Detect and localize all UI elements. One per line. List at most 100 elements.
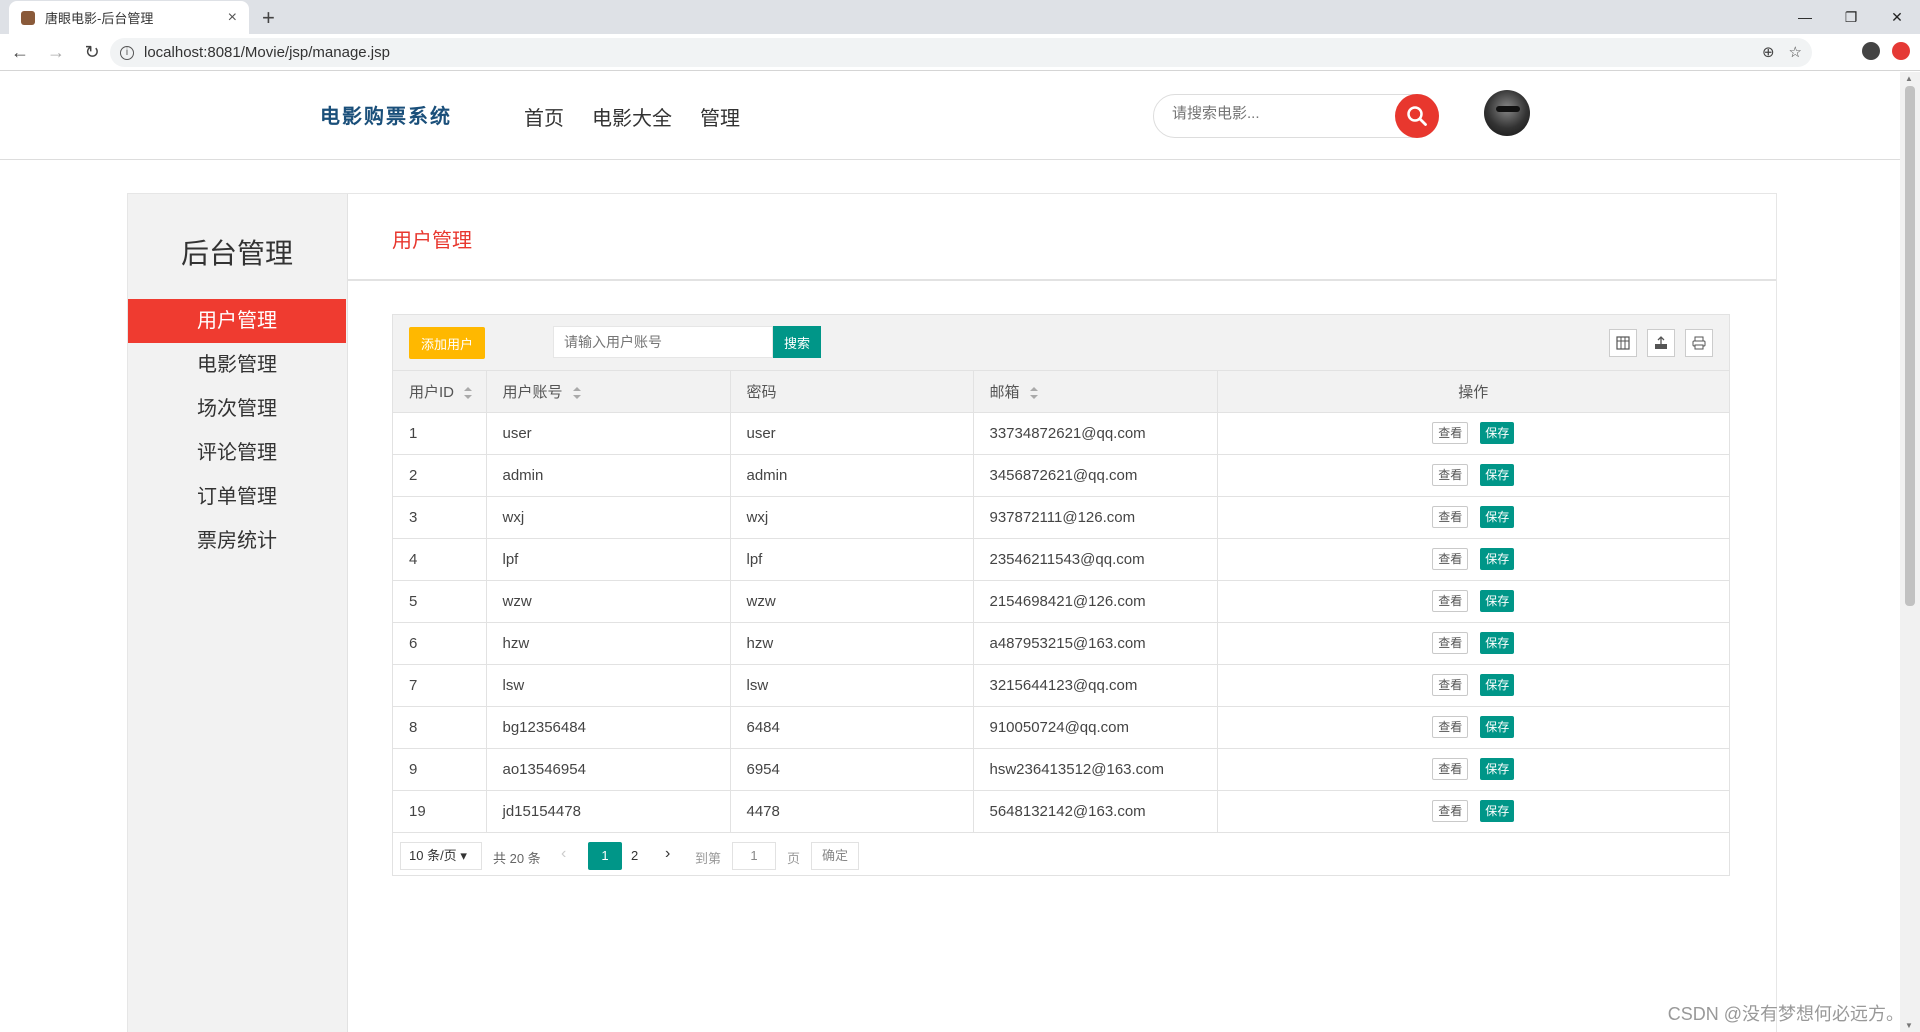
nav-home[interactable]: 首页	[524, 102, 564, 131]
search-button[interactable]	[1395, 94, 1439, 138]
cell-actions: 查看 保存	[1217, 706, 1729, 749]
scroll-up-icon[interactable]: ▲	[1905, 74, 1913, 83]
goto-confirm-button[interactable]: 确定	[811, 841, 859, 870]
sort-icon[interactable]	[1029, 386, 1038, 399]
url-field[interactable]: i localhost:8081/Movie/jsp/manage.jsp ⊕ …	[110, 38, 1812, 67]
site-header: 电影购票系统 首页 电影大全 管理	[0, 72, 1900, 160]
cell-email: 910050724@qq.com	[973, 706, 1218, 749]
cell-id: 19	[393, 790, 487, 833]
page-scrollbar[interactable]: ▲ ▼	[1900, 72, 1920, 1032]
info-icon[interactable]: i	[120, 45, 134, 60]
column-header-email[interactable]: 邮箱	[973, 371, 1218, 413]
user-table: 用户ID 用户账号 密码 邮箱 操作 1 user user 33734872621@…	[393, 371, 1729, 833]
column-header-id[interactable]: 用户ID	[393, 371, 487, 413]
cell-actions: 查看 保存	[1217, 454, 1729, 497]
close-icon[interactable]: ×	[228, 9, 237, 27]
scrollbar-thumb[interactable]	[1905, 86, 1915, 606]
cell-password: lsw	[730, 664, 974, 707]
save-button[interactable]: 保存	[1480, 632, 1515, 654]
per-page-value: 10 条/页	[409, 847, 457, 863]
add-user-button[interactable]: 添加用户	[409, 327, 485, 359]
view-button[interactable]: 查看	[1432, 674, 1469, 696]
new-tab-icon[interactable]: +	[262, 5, 275, 31]
cell-password: wxj	[730, 496, 974, 539]
save-button[interactable]: 保存	[1480, 548, 1515, 570]
sidebar-item-users[interactable]: 用户管理	[128, 299, 346, 343]
column-header-label: 用户ID	[409, 383, 455, 401]
forward-icon[interactable]: →	[40, 42, 72, 63]
page-2[interactable]: 2	[631, 848, 638, 863]
cell-email: 33734872621@qq.com	[973, 412, 1218, 455]
sidebar: 后台管理 用户管理 电影管理 场次管理 评论管理 订单管理 票房统计	[128, 194, 348, 1032]
cell-password: hzw	[730, 622, 974, 665]
movie-search-input[interactable]	[1172, 105, 1372, 122]
cell-account: hzw	[486, 622, 731, 665]
sidebar-item-orders[interactable]: 订单管理	[128, 475, 346, 519]
cell-account: user	[486, 412, 731, 455]
account-search-button[interactable]: 搜索	[773, 326, 821, 358]
close-window-icon[interactable]: ✕	[1874, 0, 1920, 34]
browser-tab[interactable]: 唐眼电影-后台管理 ×	[9, 1, 249, 34]
view-button[interactable]: 查看	[1432, 464, 1469, 486]
avatar[interactable]	[1484, 90, 1530, 136]
save-button[interactable]: 保存	[1480, 506, 1515, 528]
cell-account: wxj	[486, 496, 731, 539]
save-button[interactable]: 保存	[1480, 422, 1515, 444]
scroll-down-icon[interactable]: ▼	[1905, 1021, 1913, 1030]
sidebar-item-comments[interactable]: 评论管理	[128, 431, 346, 475]
per-page-select[interactable]: 10 条/页 ▾	[400, 841, 482, 870]
cell-password: user	[730, 412, 974, 455]
nav-manage[interactable]: 管理	[700, 102, 740, 131]
sort-icon[interactable]	[572, 386, 581, 399]
minimize-icon[interactable]: —	[1782, 0, 1828, 34]
view-button[interactable]: 查看	[1432, 800, 1469, 822]
sidebar-item-boxoffice[interactable]: 票房统计	[128, 519, 346, 563]
column-header-account[interactable]: 用户账号	[486, 371, 731, 413]
nav-movies[interactable]: 电影大全	[592, 102, 672, 131]
reload-icon[interactable]: ↻	[76, 42, 108, 63]
view-button[interactable]: 查看	[1432, 716, 1469, 738]
view-button[interactable]: 查看	[1432, 506, 1469, 528]
sidebar-item-movies[interactable]: 电影管理	[128, 343, 346, 387]
restore-icon[interactable]: ❐	[1828, 0, 1874, 34]
view-button[interactable]: 查看	[1432, 422, 1469, 444]
prev-page-icon[interactable]: ‹	[561, 845, 566, 863]
cell-id: 9	[393, 748, 487, 791]
goto-page-input[interactable]: 1	[732, 841, 776, 870]
cell-actions: 查看 保存	[1217, 580, 1729, 623]
save-button[interactable]: 保存	[1480, 464, 1515, 486]
page-current[interactable]: 1	[588, 841, 622, 870]
profile-icon[interactable]	[1862, 42, 1880, 60]
cell-id: 2	[393, 454, 487, 497]
back-icon[interactable]: ←	[4, 42, 36, 63]
cell-account: wzw	[486, 580, 731, 623]
cell-actions: 查看 保存	[1217, 496, 1729, 539]
view-button[interactable]: 查看	[1432, 632, 1469, 654]
cell-actions: 查看 保存	[1217, 412, 1729, 455]
save-button[interactable]: 保存	[1480, 590, 1515, 612]
cell-password: 6484	[730, 706, 974, 749]
columns-icon[interactable]	[1609, 329, 1637, 357]
view-button[interactable]: 查看	[1432, 758, 1469, 780]
view-button[interactable]: 查看	[1432, 548, 1469, 570]
bookmark-star-icon[interactable]: ☆	[1789, 43, 1802, 61]
table-row: 4 lpf lpf 23546211543@qq.com 查看 保存	[393, 538, 1729, 581]
print-icon[interactable]	[1685, 329, 1713, 357]
view-button[interactable]: 查看	[1432, 590, 1469, 612]
cell-id: 7	[393, 664, 487, 707]
zoom-icon[interactable]: ⊕	[1762, 43, 1775, 61]
save-button[interactable]: 保存	[1480, 800, 1515, 822]
save-button[interactable]: 保存	[1480, 674, 1515, 696]
account-search-input[interactable]	[553, 326, 773, 358]
save-button[interactable]: 保存	[1480, 758, 1515, 780]
extension-icon[interactable]	[1892, 42, 1910, 60]
next-page-icon[interactable]: ›	[665, 845, 670, 863]
sidebar-item-sessions[interactable]: 场次管理	[128, 387, 346, 431]
save-button[interactable]: 保存	[1480, 716, 1515, 738]
site-logo[interactable]: 电影购票系统	[320, 100, 452, 129]
table-row: 1 user user 33734872621@qq.com 查看 保存	[393, 412, 1729, 455]
cell-account: lsw	[486, 664, 731, 707]
sort-icon[interactable]	[464, 386, 473, 399]
cell-actions: 查看 保存	[1217, 664, 1729, 707]
export-icon[interactable]	[1647, 329, 1675, 357]
